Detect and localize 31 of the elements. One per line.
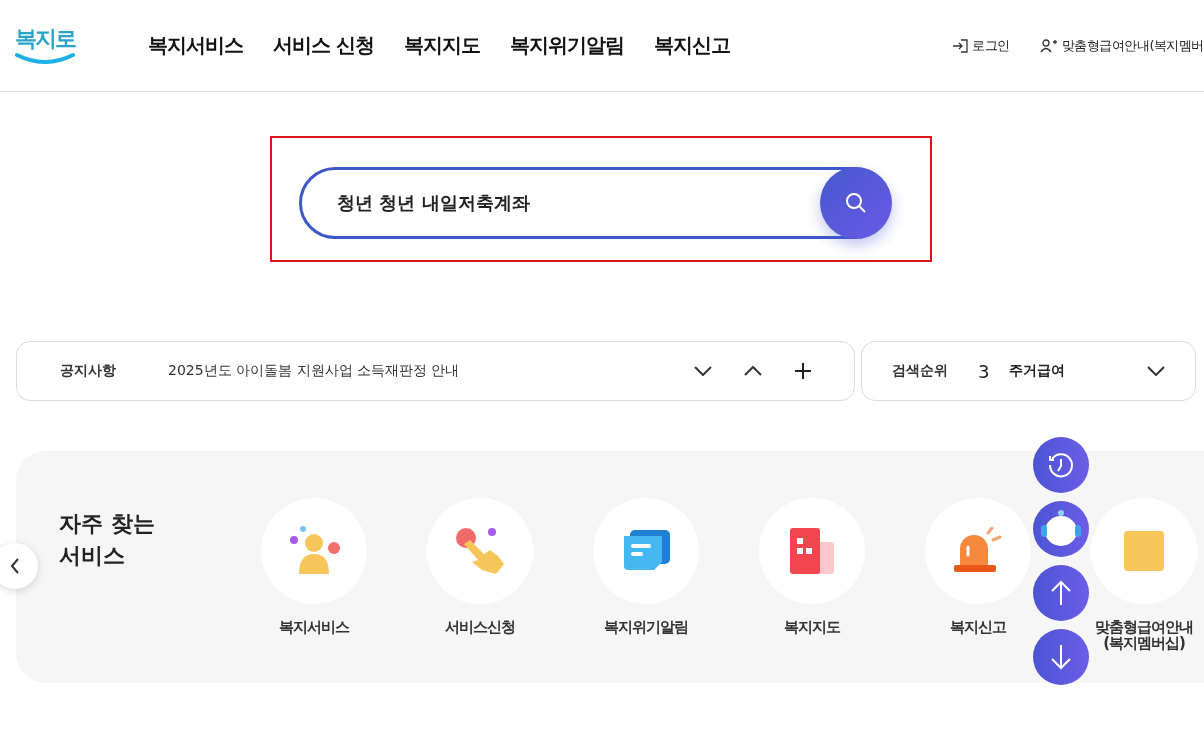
arrow-down-icon — [1050, 644, 1072, 670]
notice-link[interactable]: 2025년도 아이돌봄 지원사업 소득재판정 안내 — [168, 362, 460, 380]
plus-icon — [794, 362, 812, 380]
login-icon — [952, 38, 969, 53]
history-button[interactable] — [1033, 437, 1089, 493]
search-field[interactable]: 청년 청년 내일저축계좌 — [299, 167, 891, 239]
nav-link[interactable]: 서비스 신청 — [273, 32, 374, 59]
siren-icon — [952, 527, 1004, 575]
nav-link[interactable]: 복지서비스 — [148, 32, 243, 59]
chevron-up-icon — [744, 366, 762, 376]
chevron-down-icon — [1147, 366, 1165, 376]
arrow-up-icon — [1050, 580, 1072, 606]
ranking-term[interactable]: 주거급여 — [1009, 362, 1066, 380]
clock-icon — [1047, 451, 1075, 479]
chevron-left-icon — [10, 558, 20, 574]
search-icon — [845, 192, 867, 214]
building-icon — [788, 526, 836, 576]
chevron-down-icon — [694, 366, 712, 376]
login-link[interactable]: 로그인 — [952, 36, 1010, 55]
user-add-icon — [1039, 38, 1058, 53]
nav-link[interactable]: 복지지도 — [403, 32, 480, 59]
ranking-label: 검색순위 — [892, 362, 948, 380]
member-link[interactable]: 맞춤형급여안내(복지멤버 — [1039, 36, 1204, 55]
robot-icon — [1039, 509, 1083, 549]
search-button[interactable] — [820, 167, 892, 239]
notice-label: 공지사항 — [60, 362, 116, 380]
nav-link[interactable]: 복지위기알림 — [509, 32, 624, 59]
search-input[interactable]: 청년 청년 내일저축계좌 — [337, 183, 807, 223]
section-title: 자주 찾는 서비스 — [59, 510, 156, 570]
rank-number: 3 — [978, 360, 990, 382]
nav-link[interactable]: 복지신고 — [653, 32, 730, 59]
